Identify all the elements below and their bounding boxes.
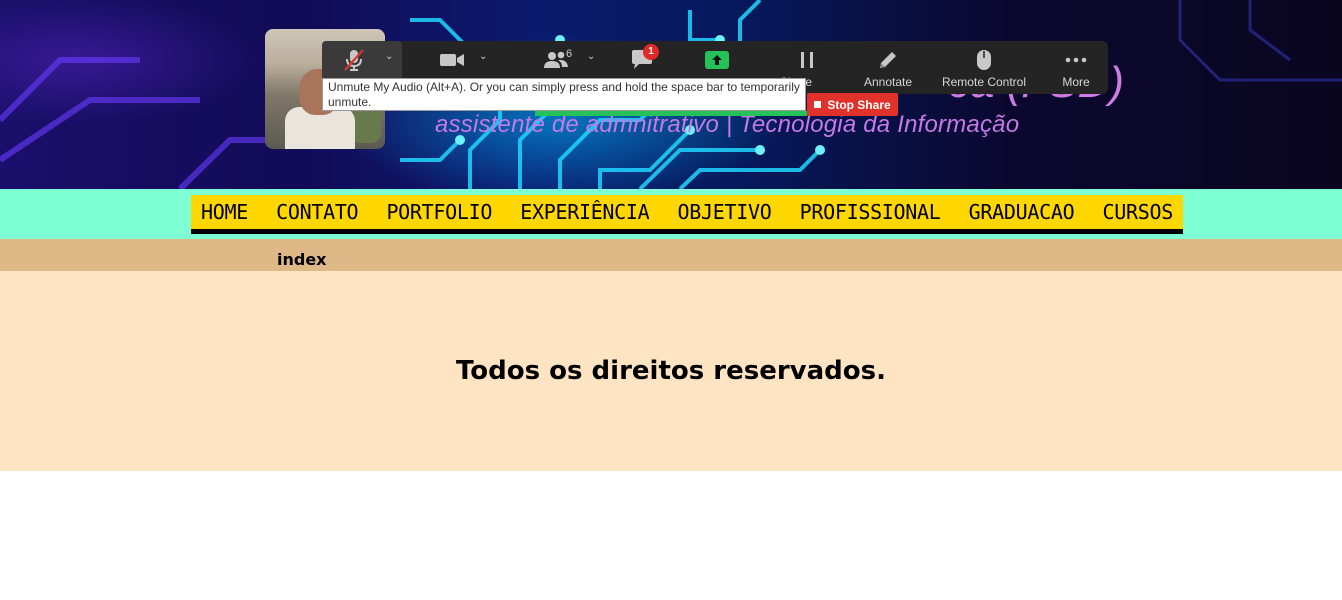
breadcrumb: index — [277, 250, 327, 269]
stop-share-button[interactable]: Stop Share — [807, 93, 898, 116]
sharing-indicator-bar — [535, 111, 807, 116]
nav-link-portfolio[interactable]: PORTFOLIO — [386, 200, 492, 224]
stop-square-icon — [814, 101, 822, 108]
mouse-icon — [977, 50, 991, 70]
pause-icon — [801, 52, 813, 68]
participants-count: 6 — [566, 48, 573, 60]
share-screen-arrow-icon — [705, 51, 729, 69]
muted-microphone-icon — [344, 49, 364, 71]
main-navigation: HOME CONTATO PORTFOLIO EXPERIÊNCIA OBJET… — [191, 195, 1183, 234]
video-camera-icon — [440, 54, 464, 66]
copyright-text: Todos os direitos reservados. — [456, 356, 886, 386]
nav-link-objetivo[interactable]: OBJETIVO — [678, 200, 772, 224]
more-button[interactable]: More — [1056, 41, 1096, 94]
video-options-chevron-icon[interactable]: ⌄ — [479, 51, 487, 62]
chat-unread-badge: 1 — [643, 44, 659, 60]
page-footer: Todos os direitos reservados. — [0, 271, 1342, 471]
nav-link-graduacao[interactable]: GRADUACAO — [969, 200, 1075, 224]
nav-link-profissional[interactable]: PROFISSIONAL — [800, 200, 941, 224]
nav-link-contato[interactable]: CONTATO — [276, 200, 358, 224]
stop-share-label: Stop Share — [827, 97, 891, 112]
participants-options-chevron-icon[interactable]: ⌄ — [587, 51, 595, 62]
unmute-tooltip: Unmute My Audio (Alt+A). Or you can simp… — [322, 78, 806, 111]
nav-link-home[interactable]: HOME — [201, 200, 248, 224]
audio-options-chevron-icon[interactable]: ⌄ — [385, 51, 393, 62]
pencil-icon — [880, 52, 896, 68]
breadcrumb-bar — [0, 239, 1342, 271]
remote-control-button[interactable]: Remote Control — [938, 41, 1030, 94]
more-label: More — [1062, 75, 1090, 89]
remote-control-label: Remote Control — [941, 75, 1027, 89]
more-dots-icon — [1065, 57, 1087, 63]
annotate-label: Annotate — [863, 75, 913, 89]
nav-link-experiencia[interactable]: EXPERIÊNCIA — [520, 200, 649, 224]
nav-link-cursos[interactable]: CURSOS — [1102, 200, 1173, 224]
annotate-button[interactable]: Annotate — [860, 41, 916, 94]
